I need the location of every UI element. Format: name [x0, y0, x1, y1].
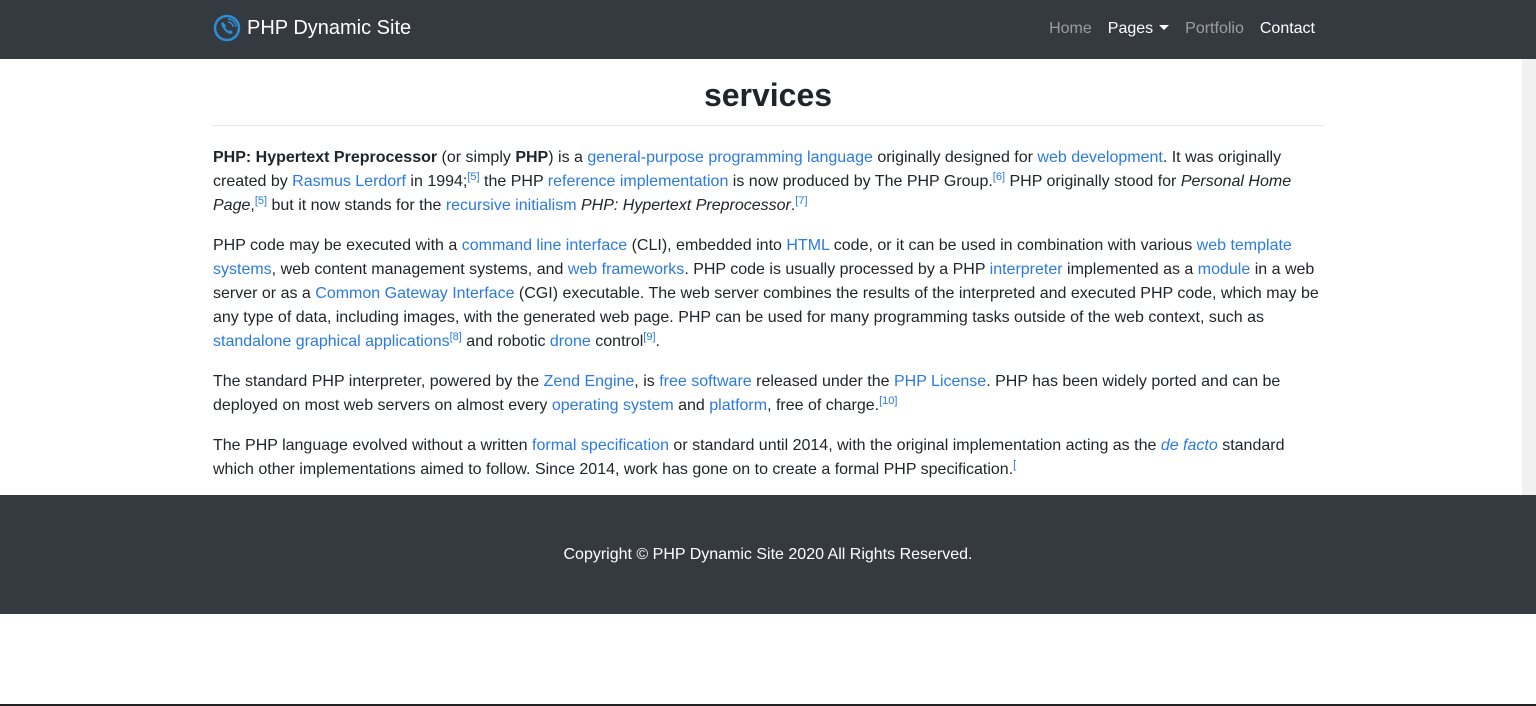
text: (or simply — [437, 149, 516, 166]
citation-link[interactable]: [5] — [467, 171, 479, 183]
wiki-link[interactable]: command line interface — [462, 237, 627, 254]
wiki-link[interactable]: Rasmus Lerdorf — [292, 173, 406, 190]
wiki-link[interactable]: interpreter — [990, 261, 1063, 278]
citation-link[interactable]: [7] — [795, 195, 807, 207]
brand-name: PHP Dynamic Site — [247, 16, 412, 39]
wiki-link[interactable]: platform — [709, 397, 767, 414]
navbar: PHP Dynamic Site Home Pages Portfolio Co… — [0, 0, 1536, 59]
wiki-link[interactable]: HTML — [786, 237, 829, 254]
text: control — [590, 333, 644, 350]
wiki-link[interactable]: drone — [550, 333, 591, 350]
text: code, or it can be used in combination w… — [829, 237, 1197, 254]
footer: Copyright © PHP Dynamic Site 2020 All Ri… — [0, 495, 1536, 614]
wiki-link[interactable]: recursive initialism — [446, 197, 577, 214]
text: or standard until 2014, with the origina… — [668, 437, 1161, 454]
nav-menu: Home Pages Portfolio Contact — [1049, 20, 1315, 38]
citation: [7] — [795, 195, 807, 207]
citation-link[interactable]: [9] — [643, 331, 655, 343]
caret-down-icon — [1159, 25, 1170, 30]
wiki-link[interactable]: free software — [659, 373, 751, 390]
text: , web content management systems, and — [271, 261, 568, 278]
divider — [213, 125, 1323, 126]
text: The PHP language evolved without a writt… — [213, 437, 533, 454]
text: is now produced by The PHP Group. — [728, 173, 993, 190]
nav-pages-label: Pages — [1107, 20, 1154, 37]
paragraph: PHP code may be executed with a command … — [213, 234, 1323, 354]
citation: [ — [1013, 459, 1016, 471]
page-title: services — [703, 77, 833, 113]
wiki-link[interactable]: operating system — [552, 397, 674, 414]
article-body: PHP: Hypertext Preprocessor (or simply P… — [213, 146, 1323, 482]
wiki-link[interactable]: standalone graphical applications — [213, 333, 450, 350]
text: implemented as a — [1062, 261, 1198, 278]
text: . PHP code is usually processed by a PHP — [684, 261, 990, 278]
citation: [5] — [255, 195, 267, 207]
scrollbar[interactable] — [1522, 59, 1536, 495]
wiki-link[interactable]: formal specification — [532, 437, 669, 454]
citation-link[interactable]: [8] — [450, 331, 462, 343]
wiki-link[interactable]: web frameworks — [568, 261, 684, 278]
nav-contact[interactable]: Contact — [1260, 20, 1315, 38]
wiki-link[interactable]: web development — [1037, 149, 1162, 166]
paragraph: PHP: Hypertext Preprocessor (or simply P… — [213, 146, 1323, 218]
text: PHP code may be executed with a — [213, 237, 462, 254]
wiki-link[interactable]: PHP License — [894, 373, 986, 390]
italic-text: PHP: Hypertext Preprocessor — [580, 197, 791, 214]
text: originally designed for — [872, 149, 1038, 166]
nav-home[interactable]: Home — [1049, 20, 1092, 38]
citation-link[interactable]: [5] — [255, 195, 267, 207]
citation: [9] — [643, 331, 655, 343]
citation-link[interactable]: [ — [1013, 459, 1016, 471]
text: (CLI), embedded into — [627, 237, 787, 254]
text: , is — [634, 373, 660, 390]
nav-portfolio[interactable]: Portfolio — [1185, 20, 1244, 38]
paragraph: The standard PHP interpreter, powered by… — [213, 370, 1323, 418]
phone-logo-icon — [213, 14, 241, 42]
text: ) is a — [548, 149, 588, 166]
bold-text: PHP — [515, 149, 549, 166]
text: in 1994; — [405, 173, 468, 190]
text: PHP originally stood for — [1005, 173, 1181, 190]
text: , free of charge. — [767, 397, 880, 414]
wiki-link[interactable]: module — [1198, 261, 1250, 278]
citation: [10] — [879, 395, 897, 407]
bold-text: PHP: Hypertext Preprocessor — [213, 149, 438, 166]
citation-link[interactable]: [6] — [993, 171, 1005, 183]
citation-link[interactable]: [10] — [879, 395, 897, 407]
text: . — [655, 333, 660, 350]
text: The standard PHP interpreter, powered by… — [213, 373, 544, 390]
text: the PHP — [479, 173, 548, 190]
citation: [8] — [450, 331, 462, 343]
text: but it now stands for the — [267, 197, 446, 214]
wiki-link[interactable]: Zend Engine — [544, 373, 635, 390]
text: and robotic — [461, 333, 550, 350]
paragraph: The PHP language evolved without a writt… — [213, 434, 1323, 482]
wiki-link[interactable]: Common Gateway Interface — [315, 285, 514, 302]
wiki-link[interactable]: de facto — [1161, 437, 1218, 454]
nav-pages-dropdown[interactable]: Pages — [1107, 20, 1170, 38]
main-content: services PHP: Hypertext Preprocessor (or… — [213, 75, 1323, 482]
wiki-link[interactable]: reference implementation — [548, 173, 729, 190]
wiki-link[interactable]: general-purpose programming language — [587, 149, 873, 166]
citation: [5] — [467, 171, 479, 183]
brand-link[interactable]: PHP Dynamic Site — [213, 14, 411, 42]
text: and — [673, 397, 710, 414]
text: released under the — [751, 373, 894, 390]
copyright-text: Copyright © PHP Dynamic Site 2020 All Ri… — [563, 546, 973, 563]
citation: [6] — [993, 171, 1005, 183]
